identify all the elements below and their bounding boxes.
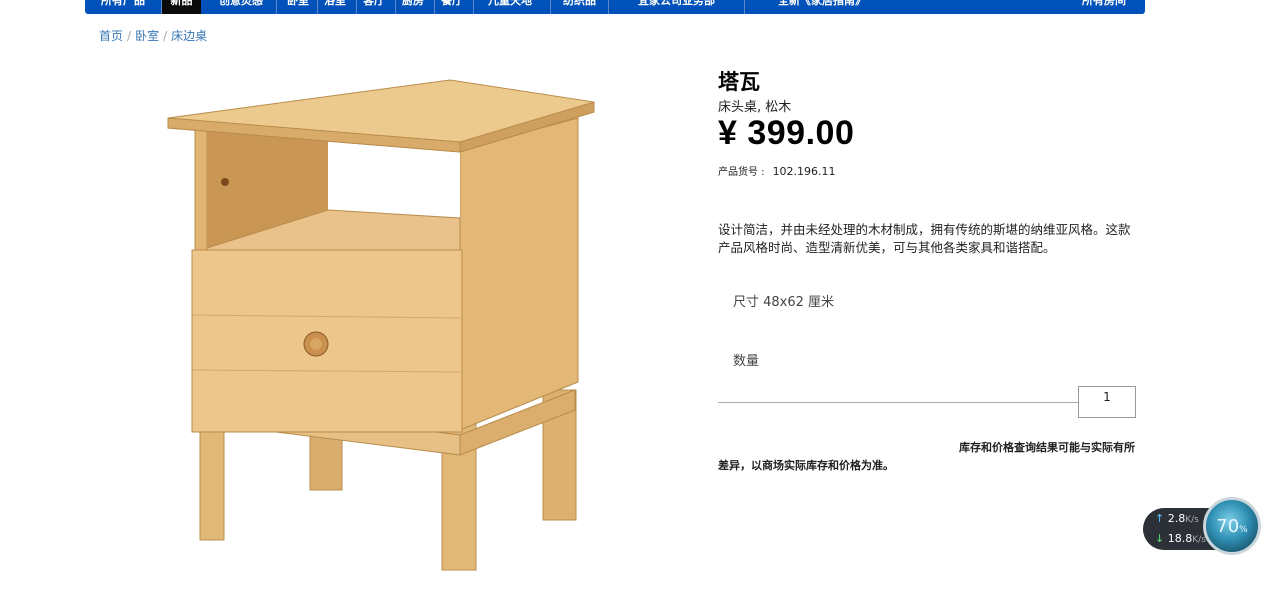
nav-item-kids[interactable]: 儿童天地: [488, 0, 532, 14]
product-subtitle: 床头桌, 松木: [718, 100, 792, 115]
nav-item-textiles[interactable]: 纺织品: [563, 0, 596, 14]
arrow-down-icon: ↓: [1155, 532, 1165, 545]
breadcrumb-nightstands[interactable]: 床边桌: [171, 29, 207, 43]
nav-item-bedroom[interactable]: 卧室: [287, 0, 309, 14]
nav-divider: [744, 0, 745, 14]
product-description: 设计简洁，并由未经处理的木材制成，拥有传统的斯堪的纳维亚风格。这款产品风格时尚、…: [718, 222, 1131, 255]
nav-divider: [550, 0, 551, 14]
nav-item-living-room[interactable]: 客厅: [363, 0, 385, 14]
nav-divider: [276, 0, 277, 14]
stock-notice-line2: 差异，以商场实际库存和价格为准。: [718, 459, 894, 472]
nav-divider: [473, 0, 474, 14]
nav-item-bathroom[interactable]: 浴室: [324, 0, 346, 14]
nav-item-dining[interactable]: 餐厅: [441, 0, 463, 14]
upload-speed: ↑ 2.8K/s: [1155, 512, 1199, 525]
product-size: 尺寸 48x62 厘米: [733, 295, 835, 310]
breadcrumb-separator: /: [163, 29, 168, 43]
breadcrumb-home[interactable]: 首页: [99, 29, 123, 43]
nav-item-all-products[interactable]: 所有产品: [101, 0, 145, 14]
nav-item-all-rooms[interactable]: 所有房间: [1082, 0, 1126, 14]
breadcrumb-separator: /: [127, 29, 132, 43]
product-sku: 产品货号 : 102.196.11: [718, 163, 836, 178]
nav-divider: [395, 0, 396, 14]
sku-label: 产品货号 :: [718, 167, 765, 178]
nav-item-catalog[interactable]: 全新《家居指南》: [778, 0, 866, 14]
nav-divider: [434, 0, 435, 14]
nav-item-kitchen[interactable]: 厨房: [402, 0, 424, 14]
arrow-up-icon: ↑: [1155, 512, 1165, 525]
product-price: ¥ 399.00: [718, 114, 855, 152]
product-name: 塔瓦: [718, 70, 760, 94]
nav-divider: [317, 0, 318, 14]
stock-notice-line1: 库存和价格查询结果可能与实际有所: [959, 441, 1135, 454]
quantity-divider: [718, 402, 1079, 403]
top-navigation-bar: 所有产品 新品 创意灵感 卧室 浴室 客厅 厨房 餐厅 儿童天地 纺织品 宜家公…: [85, 0, 1145, 14]
nav-item-new[interactable]: 新品: [162, 0, 201, 14]
breadcrumb: 首页 / 卧室 / 床边桌: [99, 27, 207, 44]
quantity-label: 数量: [733, 354, 760, 369]
nav-item-inspiration[interactable]: 创意灵感: [219, 0, 263, 14]
product-image-nightstand[interactable]: [160, 70, 600, 580]
breadcrumb-bedroom[interactable]: 卧室: [135, 29, 159, 43]
quantity-input[interactable]: 1: [1078, 386, 1136, 418]
nav-divider: [356, 0, 357, 14]
memory-usage-percent: 70%: [1216, 516, 1248, 537]
memory-usage-ball[interactable]: 70%: [1203, 497, 1261, 555]
nav-divider: [608, 0, 609, 14]
download-speed: ↓ 18.8K/s: [1155, 532, 1206, 545]
sku-value: 102.196.11: [772, 165, 836, 178]
nav-item-business[interactable]: 宜家公司业务部: [638, 0, 715, 14]
